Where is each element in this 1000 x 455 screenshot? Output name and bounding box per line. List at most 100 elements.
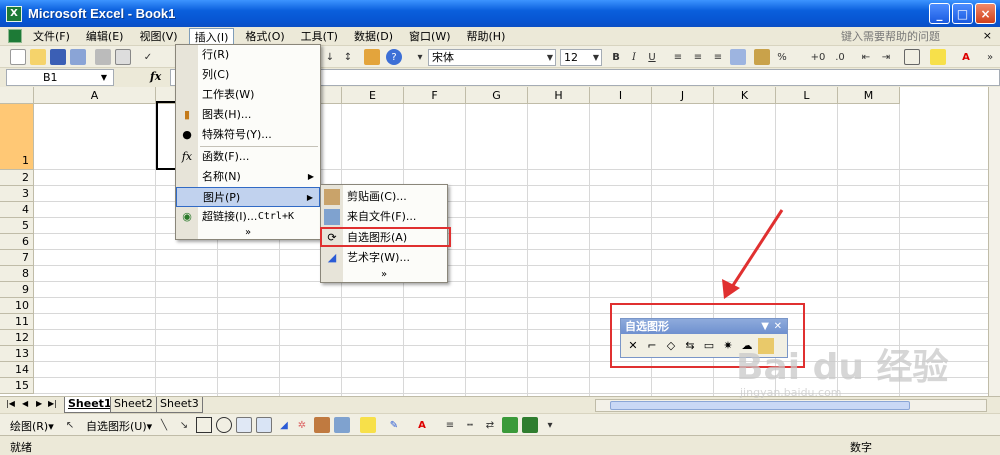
column-header[interactable]: I: [590, 87, 652, 104]
insert-function-icon[interactable]: fx: [150, 70, 161, 83]
arrow-icon[interactable]: ↘: [176, 417, 192, 433]
menu-data[interactable]: 数据(D): [349, 28, 398, 45]
column-header[interactable]: K: [714, 87, 776, 104]
draw-menu-button[interactable]: 绘图(R)▾: [10, 418, 54, 434]
print-icon[interactable]: [95, 49, 111, 65]
shadow-style-icon[interactable]: [502, 417, 518, 433]
minimize-button[interactable]: _: [929, 3, 950, 24]
save-icon[interactable]: [50, 49, 66, 65]
row-header[interactable]: 13: [0, 346, 34, 362]
last-sheet-icon[interactable]: ▶|: [48, 399, 57, 408]
clip-art-icon[interactable]: [314, 417, 330, 433]
first-sheet-icon[interactable]: |◀: [6, 399, 15, 408]
increase-decimal-icon[interactable]: +0: [810, 49, 826, 65]
picture-submenu-expand[interactable]: »: [321, 265, 447, 285]
row-header[interactable]: 8: [0, 266, 34, 282]
help-icon[interactable]: ?: [386, 49, 402, 65]
autoshapes-toolbar-title[interactable]: 自选图形 ▼ ✕: [621, 319, 787, 334]
menu-insert[interactable]: 插入(I): [188, 27, 235, 45]
menu-window[interactable]: 窗口(W): [404, 28, 455, 45]
row-header[interactable]: 3: [0, 186, 34, 202]
menu-format[interactable]: 格式(O): [240, 28, 289, 45]
permission-icon[interactable]: [70, 49, 86, 65]
decrease-decimal-icon[interactable]: .0: [832, 49, 848, 65]
workbook-icon[interactable]: [8, 29, 22, 43]
3d-style-icon[interactable]: [522, 417, 538, 433]
line-icon[interactable]: ╲: [156, 417, 172, 433]
next-sheet-icon[interactable]: ▶: [36, 399, 42, 408]
row-header[interactable]: 9: [0, 282, 34, 298]
flowchart-tool-icon[interactable]: ▭: [701, 338, 717, 354]
insert-column-item[interactable]: 列(C): [176, 65, 320, 85]
underline-button[interactable]: U: [644, 49, 660, 65]
sheet-tab-2[interactable]: Sheet2: [110, 397, 157, 413]
column-header[interactable]: J: [652, 87, 714, 104]
column-header[interactable]: L: [776, 87, 838, 104]
column-header[interactable]: E: [342, 87, 404, 104]
picture-icon[interactable]: [334, 417, 350, 433]
arrow-style-icon[interactable]: ⇄: [482, 417, 498, 433]
row-header[interactable]: 11: [0, 314, 34, 330]
percent-button[interactable]: %: [774, 49, 790, 65]
sort-descending-icon[interactable]: ↕: [340, 49, 356, 65]
insert-worksheet-item[interactable]: 工作表(W): [176, 85, 320, 105]
chart-wizard-icon[interactable]: [364, 49, 380, 65]
menu-view[interactable]: 视图(V): [134, 28, 182, 45]
insert-menu-expand[interactable]: »: [176, 223, 320, 243]
rectangle-icon[interactable]: [196, 417, 212, 433]
help-question-box[interactable]: 键入需要帮助的问题: [841, 28, 940, 44]
oval-icon[interactable]: [216, 417, 232, 433]
bold-button[interactable]: B: [608, 49, 624, 65]
diagram-icon[interactable]: ✲: [294, 417, 310, 433]
horizontal-scrollbar[interactable]: [595, 399, 987, 412]
increase-indent-icon[interactable]: ⇥: [878, 49, 894, 65]
menu-edit[interactable]: 编辑(E): [81, 28, 129, 45]
lines-tool-icon[interactable]: ✕: [625, 338, 641, 354]
fill-color-draw-icon[interactable]: [360, 417, 376, 433]
autoshapes-menu-button[interactable]: 自选图形(U)▾: [86, 418, 152, 434]
insert-row-item[interactable]: 行(R): [176, 45, 320, 65]
column-header[interactable]: F: [404, 87, 466, 104]
select-all-corner[interactable]: [0, 87, 34, 104]
toolbar-options-icon[interactable]: ▾: [412, 49, 428, 65]
column-header[interactable]: A: [34, 87, 156, 104]
stars-banners-tool-icon[interactable]: ✷: [720, 338, 736, 354]
name-box[interactable]: B1 ▼: [6, 69, 114, 86]
new-icon[interactable]: [10, 49, 26, 65]
fill-color-icon[interactable]: [930, 49, 946, 65]
menu-tools[interactable]: 工具(T): [296, 28, 343, 45]
clip-art-item[interactable]: 剪贴画(C)...: [321, 187, 447, 207]
row-header[interactable]: 1: [0, 104, 34, 170]
align-left-icon[interactable]: ≡: [670, 49, 686, 65]
align-right-icon[interactable]: ≡: [710, 49, 726, 65]
merge-center-icon[interactable]: [730, 49, 746, 65]
toolbar-expand-icon[interactable]: »: [982, 49, 998, 65]
font-color-button[interactable]: A: [958, 49, 974, 65]
print-preview-icon[interactable]: [115, 49, 131, 65]
connectors-tool-icon[interactable]: ⌐: [644, 338, 660, 354]
row-header[interactable]: 12: [0, 330, 34, 346]
font-name-select[interactable]: 宋体 ▼: [428, 49, 556, 66]
align-center-icon[interactable]: ≡: [690, 49, 706, 65]
toolbar-close-icon[interactable]: ✕: [774, 319, 782, 334]
from-file-item[interactable]: 来自文件(F)...: [321, 207, 447, 227]
line-style-icon[interactable]: ≡: [442, 417, 458, 433]
row-header[interactable]: 2: [0, 170, 34, 186]
insert-picture-item[interactable]: 图片(P) ▶: [176, 187, 320, 207]
restore-button[interactable]: □: [952, 3, 973, 24]
decrease-indent-icon[interactable]: ⇤: [858, 49, 874, 65]
menu-file[interactable]: 文件(F): [28, 28, 75, 45]
row-header[interactable]: 5: [0, 218, 34, 234]
insert-special-symbol-item[interactable]: ● 特殊符号(Y)...: [176, 125, 320, 145]
insert-function-item[interactable]: fx 函数(F)...: [176, 147, 320, 167]
toolbar-dropdown-icon[interactable]: ▼: [761, 319, 769, 334]
wordart-icon[interactable]: ◢: [276, 417, 292, 433]
sheet-tab-3[interactable]: Sheet3: [156, 397, 203, 413]
row-header[interactable]: 6: [0, 234, 34, 250]
row-header[interactable]: 4: [0, 202, 34, 218]
borders-icon[interactable]: [904, 49, 920, 65]
font-size-select[interactable]: 12 ▼: [560, 49, 602, 66]
column-header[interactable]: H: [528, 87, 590, 104]
menu-help[interactable]: 帮助(H): [462, 28, 511, 45]
draw-font-color-icon[interactable]: A: [414, 417, 430, 433]
